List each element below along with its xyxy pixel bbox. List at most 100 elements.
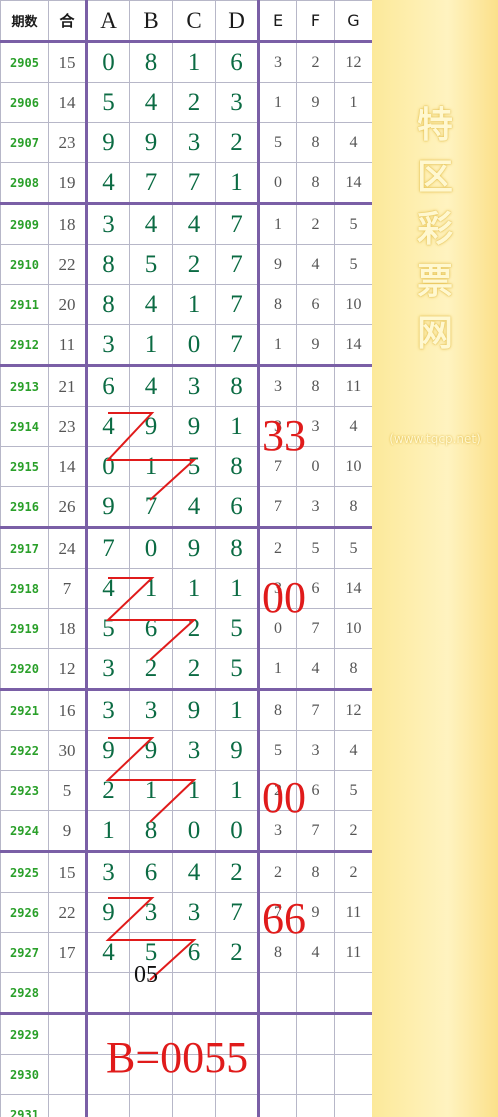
cell-d: 8 [215,526,260,569]
cell-e: 2 [258,850,297,893]
cell-g: 1 [334,82,373,123]
cell-p: 2909 [0,202,49,245]
cell-b: 1 [129,446,173,487]
cell-s: 12 [48,648,88,690]
cell-s: 23 [48,406,88,447]
table-row: 2917 24 7 0 9 8 2 5 5 [0,526,373,569]
cell-s: 15 [48,40,88,83]
cell-c: 7 [172,162,216,204]
cell-g: 11 [334,892,373,933]
cell-g: 14 [334,324,373,366]
table-row: 2927 17 4 5 6 2 8 4 11 [0,932,373,973]
cell-e: 1 [258,82,297,123]
cell-s [48,972,88,1014]
cell-a: 4 [86,162,130,204]
cell-p: 2907 [0,122,49,163]
cell-c: 4 [172,202,216,245]
cell-b: 4 [129,364,173,407]
cell-s: 15 [48,850,88,893]
table-row: 2931 [0,1094,373,1117]
cell-f [296,1054,335,1095]
cell-p: 2923 [0,770,49,811]
cell-d: 8 [215,446,260,487]
cell-c: 9 [172,688,216,731]
cell-c: 2 [172,648,216,690]
cell-e: 0 [258,162,297,204]
cell-p: 2906 [0,82,49,123]
cell-p: 2921 [0,688,49,731]
table-row: 2921 16 3 3 9 1 8 7 12 [0,688,373,731]
cell-b [129,1094,173,1117]
cell-p: 2917 [0,526,49,569]
cell-b: 4 [129,284,173,325]
cell-d: 5 [215,648,260,690]
banner-title: 特 区 彩 票 网 [372,100,498,360]
cell-p: 2919 [0,608,49,649]
cell-f: 8 [296,850,335,893]
table-row: 2909 18 3 4 4 7 1 2 5 [0,202,373,245]
cell-a: 9 [86,122,130,163]
cell-f: 2 [296,40,335,83]
cell-c: 2 [172,608,216,649]
cell-c: 5 [172,446,216,487]
banner-char: 网 [416,313,453,354]
cell-p: 2930 [0,1054,49,1095]
annotation-small: 05 [134,962,158,988]
cell-e: 1 [258,202,297,245]
cell-b: 9 [129,122,173,163]
cell-a: 0 [86,446,130,487]
header-b: B [129,0,173,42]
table-row: 2907 23 9 9 3 2 5 8 4 [0,122,373,163]
cell-g: 8 [334,486,373,528]
cell-g: 2 [334,810,373,852]
cell-f: 8 [296,122,335,163]
cell-a: 9 [86,892,130,933]
cell-d: 2 [215,122,260,163]
data-table: 期数 合 A B C D E F G 2905 15 0 8 1 6 3 2 12 2906 14 5… [0,0,373,1117]
cell-p: 2915 [0,446,49,487]
cell-e: 5 [258,730,297,771]
cell-c: 1 [172,568,216,609]
cell-c: 2 [172,82,216,123]
cell-d: 8 [215,364,260,407]
cell-s: 23 [48,122,88,163]
cell-c: 4 [172,850,216,893]
cell-d: 6 [215,486,260,528]
banner-char: 彩 [416,209,453,250]
cell-g: 2 [334,850,373,893]
cell-f: 7 [296,688,335,731]
header-g: G [334,0,373,42]
cell-a: 1 [86,810,130,852]
table-row: 2913 21 6 4 3 8 3 8 11 [0,364,373,407]
cell-g [334,972,373,1014]
annotation-group2: 00 [262,573,306,622]
cell-c: 3 [172,364,216,407]
cell-s: 19 [48,162,88,204]
cell-e: 3 [258,40,297,83]
cell-g: 10 [334,608,373,649]
cell-g: 14 [334,568,373,609]
cell-f: 5 [296,526,335,569]
result-label: B=0055 [106,1033,249,1082]
cell-e: 9 [258,244,297,285]
cell-c: 1 [172,770,216,811]
cell-b: 3 [129,892,173,933]
cell-p: 2913 [0,364,49,407]
header-c: C [172,0,216,42]
cell-b: 8 [129,810,173,852]
cell-c: 0 [172,810,216,852]
cell-d: 7 [215,244,260,285]
cell-s: 17 [48,932,88,973]
cell-f: 3 [296,730,335,771]
cell-a: 5 [86,608,130,649]
cell-b: 6 [129,850,173,893]
cell-d: 7 [215,892,260,933]
cell-c [172,1094,216,1117]
cell-s: 22 [48,244,88,285]
cell-c: 1 [172,284,216,325]
cell-s: 21 [48,364,88,407]
cell-a: 3 [86,850,130,893]
cell-p: 2920 [0,648,49,690]
cell-a: 4 [86,406,130,447]
table-row: 2910 22 8 5 2 7 9 4 5 [0,244,373,285]
